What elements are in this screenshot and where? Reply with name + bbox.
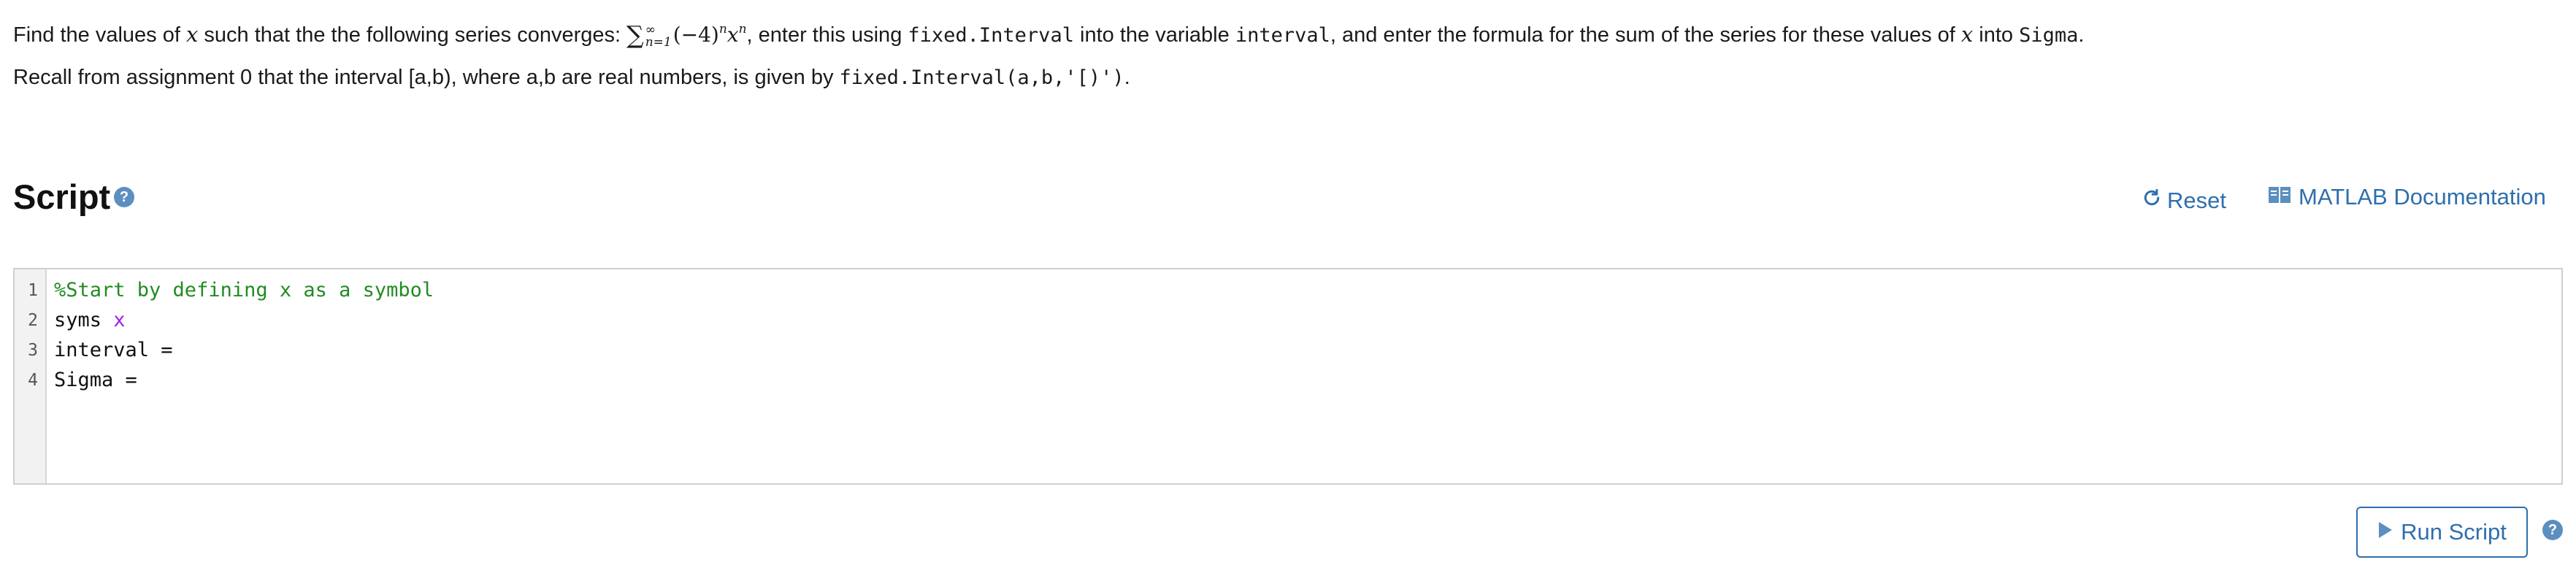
symbol-x: x bbox=[113, 309, 126, 331]
series-base: (−4) bbox=[672, 23, 719, 47]
inline-code: fixed.Interval bbox=[908, 24, 1074, 47]
problem-text: into the variable bbox=[1073, 23, 1235, 47]
sum-limits: ∞ n=1 bbox=[645, 22, 672, 50]
inline-code: interval bbox=[1235, 24, 1330, 47]
documentation-label: MATLAB Documentation bbox=[2299, 184, 2546, 210]
sum-lower-limit: n=1 bbox=[645, 34, 672, 50]
inline-code: fixed.Interval(a,b,'[)') bbox=[839, 66, 1124, 89]
series-exponent: n bbox=[738, 22, 747, 36]
code-line-interval[interactable]: interval = bbox=[54, 336, 185, 365]
sum-symbol: ∑ bbox=[626, 20, 644, 49]
sum-upper-limit: ∞ bbox=[645, 22, 656, 37]
problem-text: such that the the following series conve… bbox=[198, 23, 627, 47]
script-heading: Script bbox=[13, 177, 111, 216]
line-number: 1 bbox=[28, 281, 38, 300]
script-help-icon[interactable]: ? bbox=[114, 187, 134, 207]
line-number: 4 bbox=[28, 371, 38, 390]
code-line-syms[interactable]: syms x bbox=[54, 306, 126, 335]
reset-button[interactable]: Reset bbox=[2141, 187, 2226, 215]
line-number: 3 bbox=[28, 341, 38, 360]
math-variable-x: x bbox=[185, 22, 199, 47]
book-icon bbox=[2268, 184, 2291, 210]
code-line-comment[interactable]: %Start by defining x as a symbol bbox=[54, 276, 434, 305]
series-formula: ∑ ∞ n=1 (−4)nxn bbox=[626, 20, 747, 50]
problem-text: , and enter the formula for the sum of t… bbox=[1330, 23, 1961, 47]
run-help-icon[interactable]: ? bbox=[2542, 520, 2563, 540]
code-editor[interactable]: 1 2 3 4 %Start by defining x as a symbol… bbox=[13, 268, 2563, 485]
series-variable: x bbox=[727, 23, 739, 47]
line-number: 2 bbox=[28, 311, 38, 330]
hint-text: Recall from assignment 0 that the interv… bbox=[13, 66, 840, 89]
refresh-icon bbox=[2141, 187, 2163, 215]
syms-keyword: syms bbox=[54, 309, 114, 331]
line-number-gutter: 1 2 3 4 bbox=[15, 269, 47, 483]
problem-text: , enter this using bbox=[746, 23, 908, 47]
problem-hint: Recall from assignment 0 that the interv… bbox=[13, 63, 1130, 93]
matlab-documentation-link[interactable]: MATLAB Documentation bbox=[2268, 184, 2546, 210]
code-line-sigma[interactable]: Sigma = bbox=[54, 366, 149, 395]
problem-text: Find the values of bbox=[13, 23, 186, 47]
reset-label: Reset bbox=[2167, 188, 2226, 213]
series-exponent: n bbox=[718, 22, 727, 36]
play-icon bbox=[2377, 519, 2393, 545]
run-script-button[interactable]: Run Script bbox=[2356, 507, 2528, 558]
problem-text: . bbox=[2078, 23, 2085, 47]
math-variable-x: x bbox=[1960, 22, 1974, 47]
problem-statement: Find the values of x such that the the f… bbox=[13, 15, 2084, 50]
inline-code: Sigma bbox=[2019, 24, 2079, 47]
run-script-label: Run Script bbox=[2401, 519, 2507, 545]
problem-text: into bbox=[1973, 23, 2020, 47]
hint-text: . bbox=[1124, 66, 1130, 89]
